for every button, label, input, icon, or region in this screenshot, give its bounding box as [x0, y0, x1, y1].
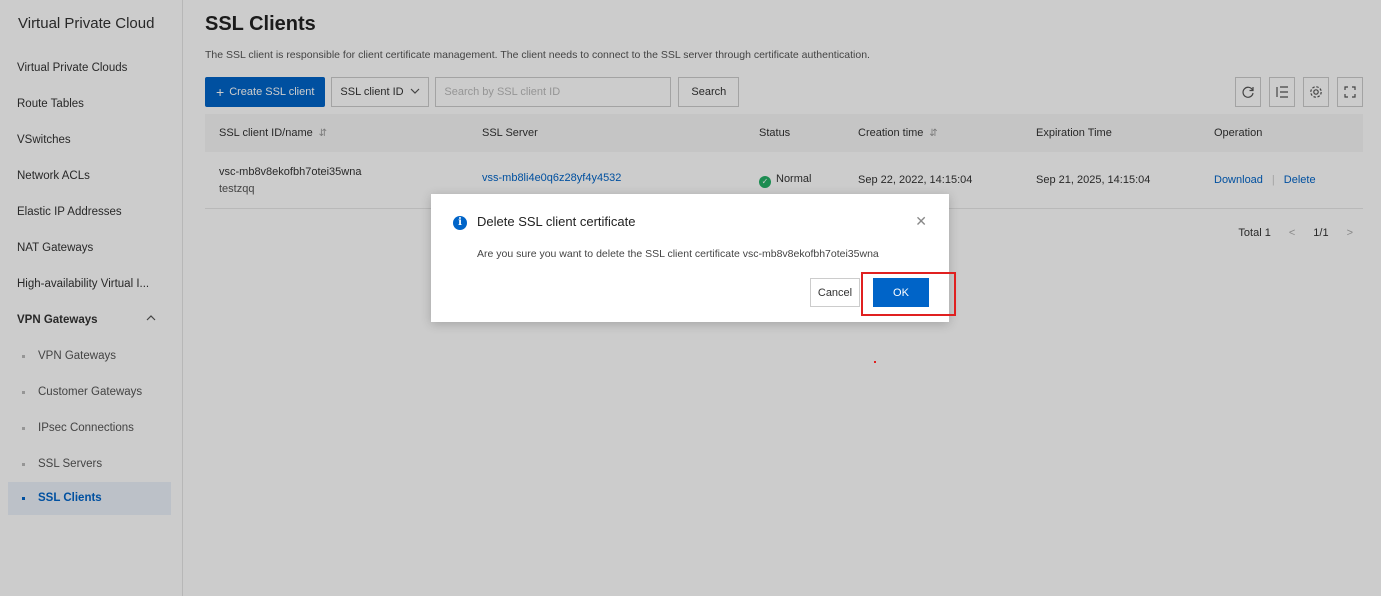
dialog-title: Delete SSL client certificate [477, 214, 636, 229]
cursor-marker [874, 361, 876, 363]
info-icon: i [453, 216, 467, 230]
cancel-button[interactable]: Cancel [810, 278, 860, 307]
close-icon[interactable]: ✕ [915, 213, 927, 230]
dialog-message: Are you sure you want to delete the SSL … [477, 248, 879, 260]
ok-button-highlight [861, 272, 956, 316]
